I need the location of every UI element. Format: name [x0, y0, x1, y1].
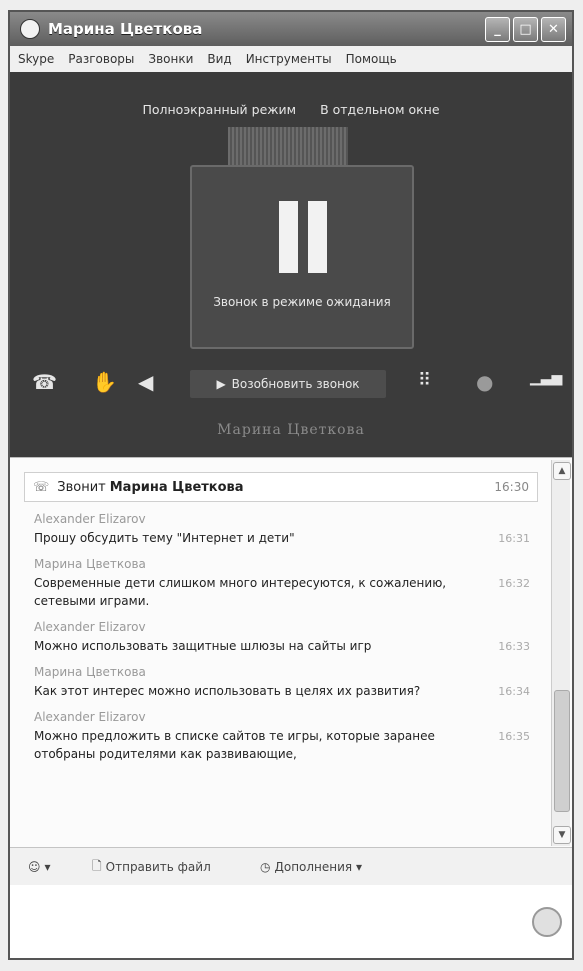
message-time: 16:33	[498, 640, 530, 653]
minimize-button[interactable]: _	[485, 17, 510, 42]
emoticon-button[interactable]: ☺ ▾	[28, 860, 51, 874]
send-message-button[interactable]	[532, 907, 562, 937]
menu-conversations[interactable]: Разговоры	[68, 52, 134, 66]
chat-scrollbar[interactable]: ▲ ▼	[551, 460, 571, 846]
video-toggle-icon[interactable]: ●	[476, 370, 493, 394]
close-button[interactable]: ✕	[541, 17, 566, 42]
menu-bar: Skype Разговоры Звонки Вид Инструменты П…	[10, 46, 572, 73]
view-links: Полноэкранный режим В отдельном окне	[10, 102, 572, 117]
menu-calls[interactable]: Звонки	[148, 52, 193, 66]
chat-message: Alexander Elizarov Можно предложить в сп…	[24, 710, 538, 763]
call-controls: ☎ ✋ ◀ ▶ Возобновить звонок ⠿ ● ▁▃▅	[10, 364, 572, 404]
call-caller: Марина Цветкова	[109, 479, 244, 495]
message-author: Alexander Elizarov	[34, 710, 146, 724]
message-input-area[interactable]	[10, 885, 572, 958]
file-icon: 🗋	[92, 858, 102, 873]
message-text: Прошу обсудить тему "Интернет и дети"	[34, 531, 295, 545]
send-file-button[interactable]: 🗋 Отправить файл	[92, 857, 211, 878]
scrollbar-thumb[interactable]	[554, 690, 570, 812]
menu-skype[interactable]: Skype	[18, 52, 54, 66]
chat-message: Alexander Elizarov Прошу обсудить тему "…	[24, 512, 538, 547]
message-text: Современные дети слишком много интересую…	[34, 576, 447, 608]
signal-quality-icon: ▁▃▅	[530, 370, 563, 386]
window-controls: _ □ ✕	[485, 17, 566, 42]
extras-label: Дополнения ▾	[274, 860, 362, 874]
video-strip	[228, 127, 348, 165]
incoming-call-row: ☏ Звонит Марина Цветкова 16:30	[24, 472, 538, 502]
smiley-icon: ☺	[28, 860, 41, 874]
chat-message: Марина Цветкова Как этот интерес можно и…	[24, 665, 538, 700]
pause-icon-left	[279, 201, 298, 273]
send-file-label: Отправить файл	[105, 860, 211, 874]
menu-tools[interactable]: Инструменты	[246, 52, 332, 66]
chat-messages: ☏ Звонит Марина Цветкова 16:30 Alexander…	[24, 472, 538, 763]
play-icon: ▶	[216, 377, 226, 391]
scroll-down-button[interactable]: ▼	[553, 826, 571, 844]
message-text: Можно использовать защитные шлюзы на сай…	[34, 639, 372, 653]
extras-button[interactable]: ◷ Дополнения ▾	[260, 860, 362, 874]
phone-icon: ☏	[33, 479, 50, 495]
skype-window: Марина Цветкова _ □ ✕ Skype Разговоры Зв…	[8, 10, 574, 960]
call-video-area: Полноэкранный режим В отдельном окне Зво…	[10, 72, 572, 457]
speaker-icon[interactable]: ◀	[138, 370, 153, 394]
message-time: 16:34	[498, 685, 530, 698]
hang-up-icon[interactable]: ☎	[32, 370, 57, 394]
pause-icon-right	[308, 201, 327, 273]
scroll-up-button[interactable]: ▲	[553, 462, 571, 480]
message-time: 16:35	[498, 730, 530, 743]
emoticon-dropdown: ▾	[44, 860, 51, 874]
hold-panel: Звонок в режиме ожидания	[190, 165, 414, 349]
message-time: 16:32	[498, 577, 530, 590]
chat-area: ☏ Звонит Марина Цветкова 16:30 Alexander…	[10, 457, 572, 848]
maximize-button[interactable]: □	[513, 17, 538, 42]
call-time: 16:30	[494, 480, 529, 494]
skype-logo-icon	[20, 19, 40, 39]
chat-message: Марина Цветкова Современные дети слишком…	[24, 557, 538, 610]
caller-name-label: Марина Цветкова	[217, 422, 365, 438]
mute-microphone-icon[interactable]: ✋	[92, 370, 117, 394]
message-author: Alexander Elizarov	[34, 512, 146, 526]
resume-call-button[interactable]: ▶ Возобновить звонок	[190, 370, 386, 398]
message-author: Марина Цветкова	[34, 665, 146, 679]
window-title: Марина Цветкова	[48, 20, 203, 38]
message-text: Можно предложить в списке сайтов те игры…	[34, 729, 435, 761]
title-bar: Марина Цветкова _ □ ✕	[10, 12, 572, 46]
message-text: Как этот интерес можно использовать в це…	[34, 684, 421, 698]
call-prefix: Звонит	[57, 479, 106, 495]
chat-message: Alexander Elizarov Можно использовать за…	[24, 620, 538, 655]
menu-help[interactable]: Помощь	[346, 52, 397, 66]
separate-window-link[interactable]: В отдельном окне	[320, 102, 439, 117]
message-author: Alexander Elizarov	[34, 620, 146, 634]
extras-icon: ◷	[260, 860, 271, 874]
message-time: 16:31	[498, 532, 530, 545]
chat-toolbar: ☺ ▾ 🗋 Отправить файл ◷ Дополнения ▾	[10, 847, 572, 886]
fullscreen-link[interactable]: Полноэкранный режим	[142, 102, 296, 117]
message-author: Марина Цветкова	[34, 557, 146, 571]
hold-status-text: Звонок в режиме ожидания	[213, 295, 391, 309]
dialpad-icon[interactable]: ⠿	[418, 370, 431, 391]
resume-call-label: Возобновить звонок	[231, 377, 360, 391]
menu-view[interactable]: Вид	[207, 52, 231, 66]
